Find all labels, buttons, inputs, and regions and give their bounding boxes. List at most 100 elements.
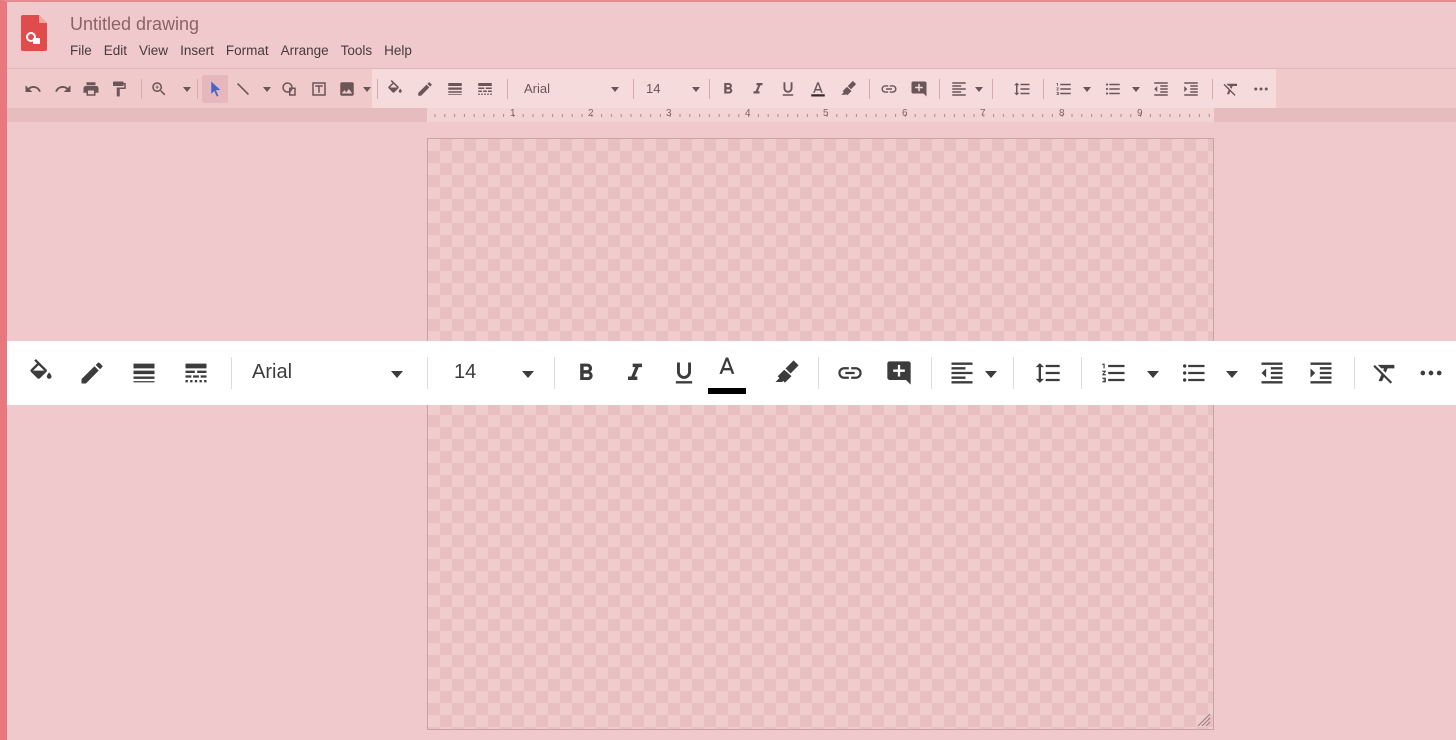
bulleted-list-caret-icon[interactable] — [1226, 371, 1238, 378]
line-tool-button[interactable] — [231, 69, 255, 109]
font-size-select-small[interactable]: 14 — [646, 81, 660, 96]
border-dash-button-small[interactable] — [473, 69, 497, 109]
font-family-select-small[interactable]: Arial — [524, 81, 550, 96]
insert-link-button-small[interactable] — [877, 69, 901, 109]
menu-format[interactable]: Format — [220, 42, 275, 60]
menu-arrange[interactable]: Arrange — [275, 42, 335, 60]
select-tool-button[interactable] — [203, 69, 227, 109]
menu-file[interactable]: File — [70, 42, 98, 60]
bulleted-list-button[interactable] — [1172, 341, 1216, 405]
text-color-button[interactable] — [705, 341, 749, 405]
ruler-mark: 8 — [1059, 108, 1065, 119]
highlight-color-button[interactable] — [764, 341, 808, 405]
italic-button[interactable] — [613, 341, 657, 405]
add-comment-button-small[interactable] — [907, 69, 931, 109]
ruler-mark: 6 — [902, 108, 908, 119]
text-box-button[interactable] — [307, 69, 331, 109]
border-weight-button[interactable] — [122, 341, 166, 405]
add-comment-button[interactable] — [877, 341, 921, 405]
zoom-caret-icon[interactable] — [183, 87, 191, 92]
font-size-caret-small-icon[interactable] — [692, 87, 700, 92]
ruler-mark: 1 — [510, 108, 516, 119]
clear-formatting-button-small[interactable] — [1219, 69, 1243, 109]
line-spacing-button-small[interactable] — [1010, 69, 1034, 109]
horizontal-ruler[interactable]: 1 2 3 4 5 6 7 8 9 — [427, 108, 1214, 122]
redo-button[interactable] — [51, 69, 75, 109]
font-family-select[interactable]: Arial — [252, 361, 292, 384]
more-horizontal-icon — [1249, 77, 1273, 101]
ruler-mark: 2 — [588, 108, 594, 119]
align-caret-icon[interactable] — [985, 371, 997, 378]
clear-formatting-button[interactable] — [1363, 341, 1407, 405]
numbered-list-button[interactable] — [1092, 341, 1136, 405]
resize-handle-icon[interactable] — [1197, 713, 1211, 727]
border-color-button-small[interactable] — [413, 69, 437, 109]
main-toolbar: Arial 14 — [7, 68, 1456, 109]
ruler-mark: 5 — [823, 108, 829, 119]
align-caret-small-icon[interactable] — [975, 87, 983, 92]
paint-format-icon — [107, 77, 131, 101]
image-caret-icon[interactable] — [363, 87, 371, 92]
line-spacing-button[interactable] — [1026, 341, 1070, 405]
font-size-select[interactable]: 14 — [454, 361, 476, 384]
more-options-button[interactable] — [1411, 341, 1451, 405]
line-spacing-icon — [1010, 77, 1034, 101]
numbered-list-icon — [1052, 77, 1076, 101]
document-title[interactable]: Untitled drawing — [70, 14, 199, 35]
paint-bucket-icon — [383, 77, 407, 101]
fill-color-button-small[interactable] — [383, 69, 407, 109]
italic-button-small[interactable] — [746, 69, 770, 109]
align-button[interactable] — [940, 341, 984, 405]
underline-button-small[interactable] — [776, 69, 800, 109]
zoom-button[interactable] — [147, 69, 171, 109]
align-button-small[interactable] — [947, 69, 971, 109]
italic-icon — [746, 77, 770, 101]
font-family-caret-small-icon[interactable] — [611, 87, 619, 92]
border-color-button[interactable] — [70, 341, 114, 405]
drawing-canvas[interactable] — [427, 138, 1214, 730]
numbered-list-caret-small-icon[interactable] — [1083, 87, 1091, 92]
undo-button[interactable] — [21, 69, 45, 109]
line-icon — [231, 77, 255, 101]
underline-button[interactable] — [662, 341, 706, 405]
shape-tool-button[interactable] — [277, 69, 301, 109]
image-icon — [335, 77, 359, 101]
bulleted-list-button-small[interactable] — [1101, 69, 1125, 109]
fill-color-button[interactable] — [19, 341, 63, 405]
increase-indent-button[interactable] — [1299, 341, 1343, 405]
font-family-caret-icon[interactable] — [391, 371, 403, 378]
border-weight-icon — [443, 77, 467, 101]
bold-button-small[interactable] — [716, 69, 740, 109]
menu-tools[interactable]: Tools — [335, 42, 379, 60]
align-left-icon — [947, 77, 971, 101]
bulleted-list-caret-small-icon[interactable] — [1132, 87, 1140, 92]
menu-view[interactable]: View — [133, 42, 174, 60]
menu-help[interactable]: Help — [378, 42, 418, 60]
increase-indent-button-small[interactable] — [1179, 69, 1203, 109]
underline-icon — [776, 77, 800, 101]
highlighter-icon — [775, 360, 799, 383]
link-icon — [838, 367, 862, 379]
numbered-list-caret-icon[interactable] — [1147, 371, 1159, 378]
numbered-list-button-small[interactable] — [1052, 69, 1076, 109]
google-drawings-logo-icon[interactable] — [21, 15, 47, 51]
menu-edit[interactable]: Edit — [98, 42, 133, 60]
decrease-indent-button[interactable] — [1250, 341, 1294, 405]
border-dash-button[interactable] — [174, 341, 218, 405]
bulleted-list-icon — [1182, 364, 1205, 382]
highlight-color-button-small[interactable] — [836, 69, 860, 109]
menu-insert[interactable]: Insert — [174, 42, 220, 60]
text-color-button-small[interactable] — [806, 69, 830, 109]
font-size-caret-icon[interactable] — [522, 371, 534, 378]
more-options-button-small[interactable] — [1249, 69, 1273, 109]
insert-link-button[interactable] — [828, 341, 872, 405]
redo-icon — [51, 77, 75, 101]
line-caret-icon[interactable] — [263, 87, 271, 92]
bold-button[interactable] — [564, 341, 608, 405]
decrease-indent-button-small[interactable] — [1149, 69, 1173, 109]
print-button[interactable] — [79, 69, 103, 109]
paint-format-button[interactable] — [107, 69, 131, 109]
border-weight-button-small[interactable] — [443, 69, 467, 109]
text-color-icon — [719, 357, 735, 374]
image-button[interactable] — [335, 69, 359, 109]
